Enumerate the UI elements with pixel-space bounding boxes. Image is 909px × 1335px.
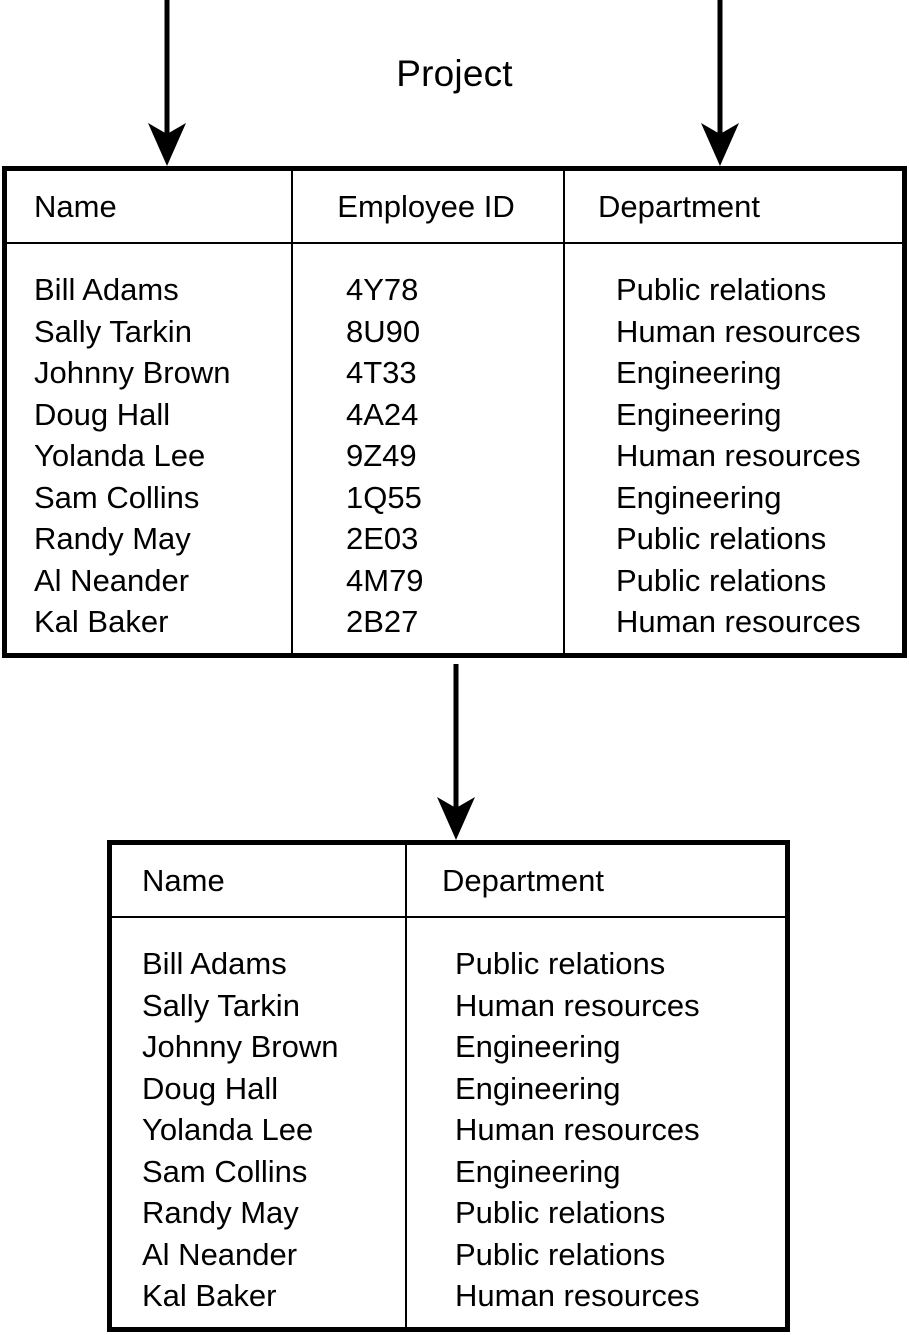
table-cell: Human resources bbox=[455, 1112, 700, 1147]
table-cell: Doug Hall bbox=[34, 396, 171, 432]
table-cell: 9Z49 bbox=[346, 438, 417, 473]
table-cell: Al Neander bbox=[34, 562, 190, 598]
cell-list-name: Bill Adams Sally Tarkin Johnny Brown Doug H… bbox=[7, 244, 291, 643]
table-cell: Kal Baker bbox=[142, 1278, 277, 1313]
table-cell: Engineering bbox=[455, 1029, 621, 1064]
result-table-body: Bill Adams Sally Tarkin Johnny Brown Doug H… bbox=[112, 918, 785, 1327]
table-cell: Yolanda Lee bbox=[142, 1112, 314, 1147]
result-table-header-row: Name Department bbox=[112, 845, 785, 918]
table-cell: Human resources bbox=[616, 438, 861, 473]
table-cell: Bill Adams bbox=[142, 946, 287, 981]
result-cell-list-department: Public relations Human resources Engineeri… bbox=[407, 918, 785, 1317]
header-cell-employee-id: Employee ID bbox=[291, 171, 563, 242]
column-name: Bill Adams Sally Tarkin Johnny Brown Doug H… bbox=[7, 244, 291, 653]
table-cell: Sam Collins bbox=[34, 479, 200, 515]
table-cell: Public relations bbox=[616, 272, 827, 307]
header-cell-name: Name bbox=[34, 188, 117, 224]
table-cell: Kal Baker bbox=[34, 604, 169, 639]
table-cell: 4T33 bbox=[346, 355, 417, 390]
result-header-cell-name: Name bbox=[142, 862, 225, 898]
table-cell: Public relations bbox=[616, 521, 827, 556]
table-cell: Johnny Brown bbox=[142, 1029, 339, 1064]
table-cell: 8U90 bbox=[346, 313, 421, 349]
table-cell: Human resources bbox=[455, 1278, 700, 1313]
table-cell: Bill Adams bbox=[34, 272, 179, 307]
table-cell: Public relations bbox=[455, 1236, 666, 1272]
table-cell: Doug Hall bbox=[142, 1070, 279, 1106]
table-cell: Engineering bbox=[455, 1070, 621, 1106]
table-cell: Sam Collins bbox=[142, 1153, 308, 1189]
table-cell: Human resources bbox=[455, 987, 700, 1023]
cell-list-employee-id: 4Y78 8U90 4T33 4A24 9Z49 1Q55 2E03 4M79 2B27 bbox=[293, 244, 563, 643]
table-body: Bill Adams Sally Tarkin Johnny Brown Doug H… bbox=[7, 244, 902, 653]
arrow-to-result-table bbox=[437, 664, 475, 840]
column-department: Public relations Human resources Engineeri… bbox=[563, 244, 902, 653]
result-header-cell-department: Department bbox=[405, 845, 785, 916]
table-cell: Sally Tarkin bbox=[34, 313, 192, 349]
table-cell: Johnny Brown bbox=[34, 355, 231, 390]
table-cell: Randy May bbox=[142, 1195, 299, 1230]
table-cell: 1Q55 bbox=[346, 479, 422, 515]
table-cell: Engineering bbox=[616, 479, 782, 515]
header-cell-department: Department bbox=[563, 171, 902, 242]
source-table: Name Employee ID Department Bill Adams Sa… bbox=[2, 166, 907, 658]
table-cell: 2B27 bbox=[346, 604, 419, 639]
table-cell: 4Y78 bbox=[346, 272, 419, 307]
table-cell: 4A24 bbox=[346, 396, 419, 432]
table-cell: Human resources bbox=[616, 313, 861, 349]
table-cell: Engineering bbox=[616, 355, 782, 390]
cell-list-department: Public relations Human resources Engineeri… bbox=[565, 244, 902, 643]
result-column-department: Public relations Human resources Engineeri… bbox=[405, 918, 785, 1327]
table-header-row: Name Employee ID Department bbox=[7, 171, 902, 244]
result-cell-list-name: Bill Adams Sally Tarkin Johnny Brown Doug H… bbox=[112, 918, 405, 1317]
table-cell: Public relations bbox=[455, 1195, 666, 1230]
table-cell: Human resources bbox=[616, 604, 861, 639]
page-title: Project bbox=[396, 53, 513, 94]
table-cell: Al Neander bbox=[142, 1236, 298, 1272]
table-cell: Yolanda Lee bbox=[34, 438, 206, 473]
table-cell: Public relations bbox=[455, 946, 666, 981]
column-employee-id: 4Y78 8U90 4T33 4A24 9Z49 1Q55 2E03 4M79 2B27 bbox=[291, 244, 563, 653]
table-cell: Public relations bbox=[616, 562, 827, 598]
result-column-name: Bill Adams Sally Tarkin Johnny Brown Doug H… bbox=[112, 918, 405, 1327]
table-cell: 4M79 bbox=[346, 562, 424, 598]
table-cell: Engineering bbox=[455, 1153, 621, 1189]
table-cell: Randy May bbox=[34, 521, 191, 556]
result-table: Name Department Bill Adams Sally Tarkin Jo… bbox=[107, 840, 790, 1332]
table-cell: 2E03 bbox=[346, 521, 419, 556]
table-cell: Engineering bbox=[616, 396, 782, 432]
diagram-canvas: Project Name Employee ID Department Bill… bbox=[0, 0, 909, 1335]
table-cell: Sally Tarkin bbox=[142, 987, 300, 1023]
